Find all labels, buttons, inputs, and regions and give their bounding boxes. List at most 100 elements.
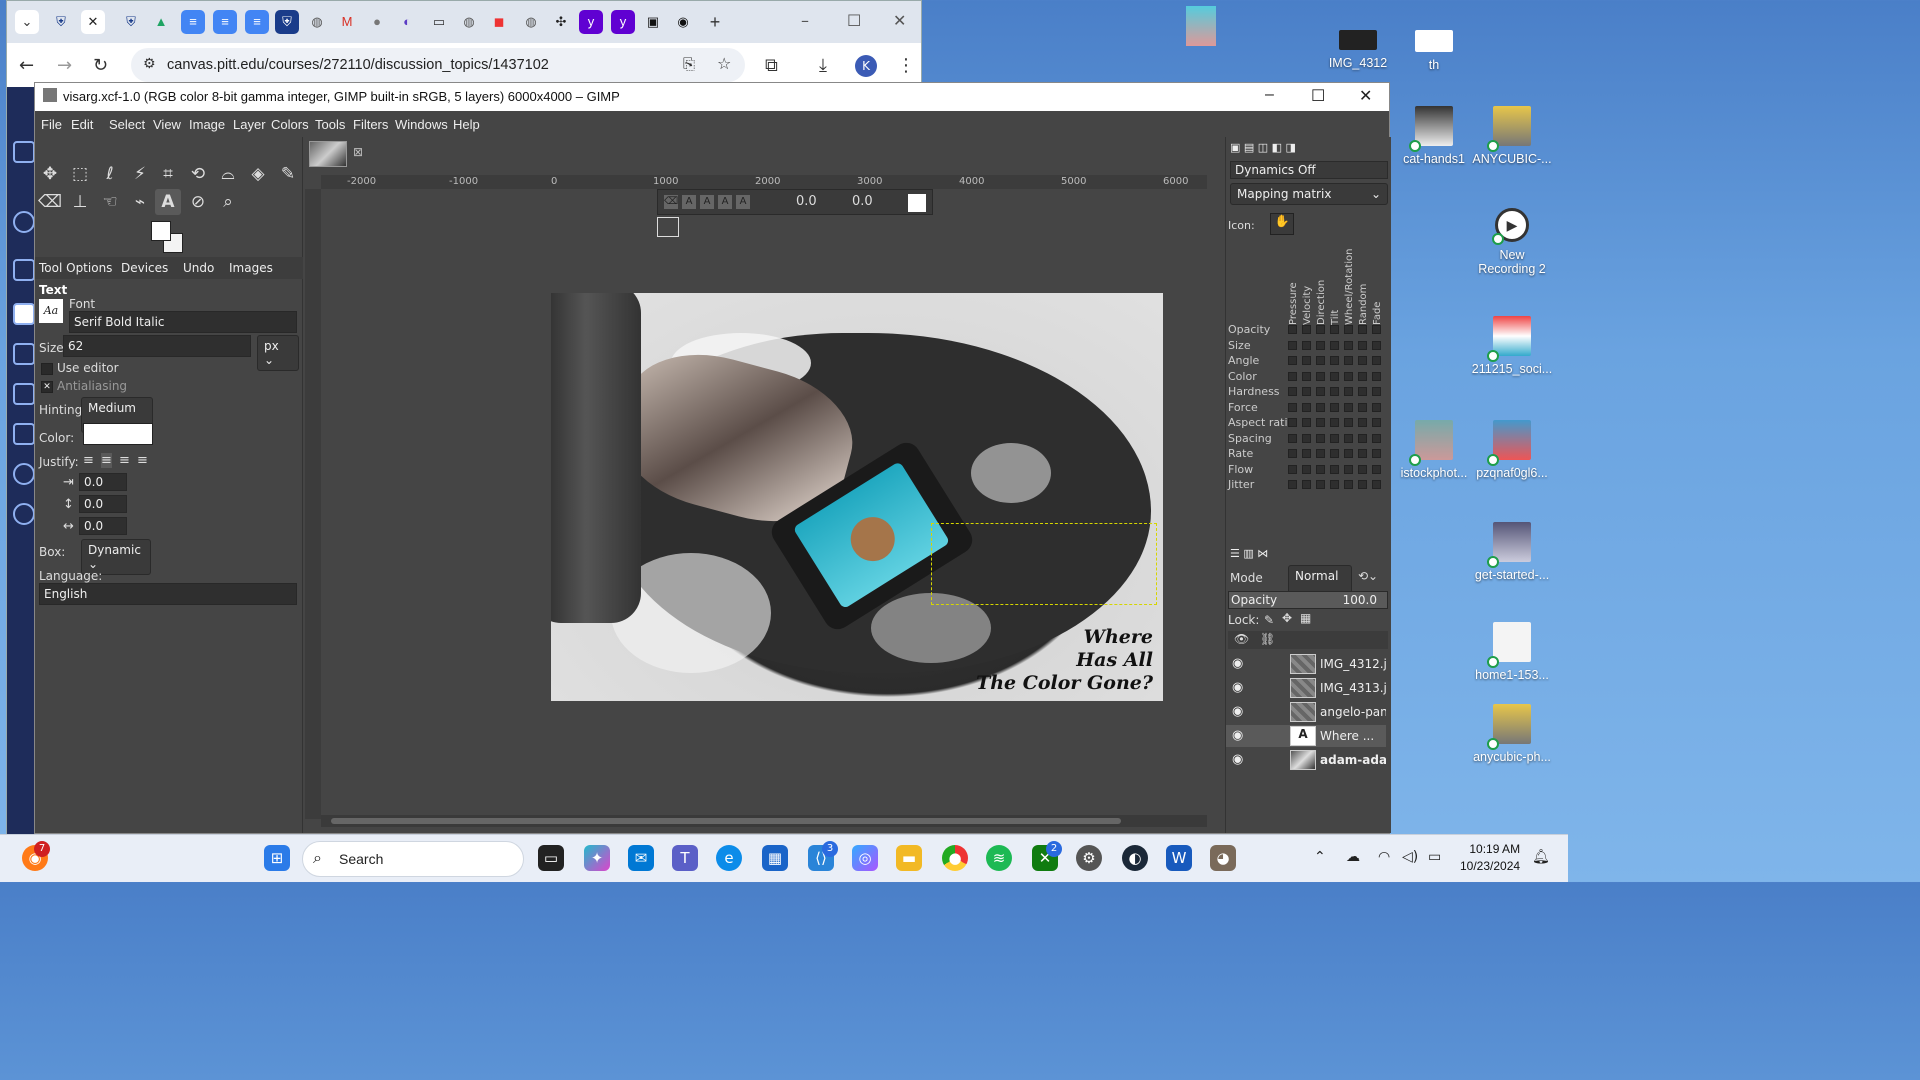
steam-icon[interactable]: ◐	[1122, 845, 1148, 871]
tab-docs-icon[interactable]: ≡	[181, 10, 205, 34]
lock-pixels-icon[interactable]: ✎	[1264, 613, 1274, 627]
matrix-cell-checkbox[interactable]	[1316, 325, 1325, 334]
strikethrough-icon[interactable]: A	[736, 195, 750, 209]
matrix-cell-checkbox[interactable]	[1330, 387, 1339, 396]
install-app-icon[interactable]: ⎘	[683, 55, 695, 73]
matrix-cell-checkbox[interactable]	[1358, 480, 1367, 489]
maximize-icon[interactable]: ☐	[1311, 86, 1325, 106]
mail-icon[interactable]: ✉	[628, 845, 654, 871]
matrix-cell-checkbox[interactable]	[1316, 402, 1325, 412]
settings-icon[interactable]: ⚙	[1076, 845, 1102, 871]
menu-help[interactable]: Help	[453, 117, 480, 132]
tab-drive-icon[interactable]: ▲	[149, 10, 173, 34]
matrix-cell-checkbox[interactable]	[1372, 340, 1381, 350]
layer-row[interactable]: ◉ adam-adam	[1226, 749, 1386, 771]
loop-icon[interactable]: ◎	[852, 845, 878, 871]
fuzzy-select-icon[interactable]: ⚡	[127, 161, 153, 187]
matrix-cell-checkbox[interactable]	[1344, 418, 1353, 427]
desktop-icon-cat-hands1[interactable]: cat-hands1	[1392, 106, 1476, 166]
matrix-cell-checkbox[interactable]	[1344, 449, 1353, 458]
size-input[interactable]: 62	[63, 335, 251, 357]
mapping-matrix-select[interactable]: Mapping matrix ⌄	[1230, 183, 1388, 205]
tab-images[interactable]: Images	[229, 261, 273, 275]
zoom-icon[interactable]: ⌕	[215, 189, 241, 215]
matrix-cell-checkbox[interactable]	[1302, 325, 1311, 334]
matrix-cell-checkbox[interactable]	[1372, 464, 1381, 474]
task-view-icon[interactable]: ▭	[538, 845, 564, 871]
tab-close-icon[interactable]: ✕	[81, 10, 105, 34]
matrix-cell-checkbox[interactable]	[1330, 325, 1339, 334]
store-icon[interactable]: ▦	[762, 845, 788, 871]
matrix-cell-checkbox[interactable]	[1316, 480, 1325, 489]
menu-windows[interactable]: Windows	[395, 117, 448, 132]
matrix-cell-checkbox[interactable]	[1330, 356, 1339, 365]
eye-icon[interactable]: ◉	[1232, 728, 1243, 743]
foreground-color-swatch[interactable]	[151, 221, 171, 241]
lasso-icon[interactable]: ℓ	[97, 161, 123, 187]
matrix-cell-checkbox[interactable]	[1316, 464, 1325, 474]
text-color-swatch[interactable]	[83, 423, 153, 445]
desktop-icon-img4312[interactable]: IMG_4312	[1316, 30, 1400, 70]
matrix-cell-checkbox[interactable]	[1358, 464, 1367, 474]
matrix-cell-checkbox[interactable]	[1302, 418, 1311, 427]
desktop-icon-211215[interactable]: 211215_soci...	[1470, 316, 1554, 376]
notification-bell-icon[interactable]: 🔔︎	[1532, 849, 1550, 865]
bookmark-star-icon[interactable]: ☆	[717, 54, 731, 73]
history-icon[interactable]	[13, 463, 35, 485]
close-window-icon[interactable]: ✕	[893, 11, 906, 30]
matrix-cell-checkbox[interactable]	[1358, 387, 1367, 396]
courses-icon[interactable]	[13, 303, 35, 325]
desktop-icon-istockphoto[interactable]: istockphot...	[1392, 420, 1476, 480]
matrix-cell-checkbox[interactable]	[1316, 418, 1325, 427]
horizontal-scrollbar[interactable]	[321, 815, 1207, 827]
letter-spacing-input[interactable]: 0.0	[79, 517, 127, 535]
extensions-icon[interactable]: ⧉	[765, 55, 778, 76]
bucket-fill-icon[interactable]: ◈	[245, 161, 271, 187]
menu-edit[interactable]: Edit	[71, 117, 93, 132]
size-unit-select[interactable]: px ⌄	[257, 335, 299, 371]
matrix-cell-checkbox[interactable]	[1288, 433, 1297, 443]
clone-icon[interactable]: ⊥	[67, 189, 93, 215]
tab-globe3-icon[interactable]: ◍	[519, 10, 543, 34]
font-input[interactable]: Serif Bold Italic	[69, 311, 297, 333]
text-tool-icon[interactable]: A	[155, 189, 181, 215]
warp-icon[interactable]: ⌓	[215, 161, 241, 187]
minimize-icon[interactable]: –	[1265, 86, 1274, 104]
layer-row[interactable]: ◉ A Where ...	[1226, 725, 1386, 747]
crop-icon[interactable]: ⌗	[155, 161, 181, 187]
matrix-cell-checkbox[interactable]	[1302, 387, 1311, 396]
menu-image[interactable]: Image	[189, 117, 225, 132]
menu-kebab-icon[interactable]: ⋮	[897, 55, 915, 76]
matrix-cell-checkbox[interactable]	[1344, 464, 1353, 474]
matrix-cell-checkbox[interactable]	[1372, 402, 1381, 412]
dashboard-icon[interactable]	[13, 259, 35, 281]
site-info-icon[interactable]: ⚙	[143, 56, 156, 72]
close-image-icon[interactable]: ⊠	[353, 145, 363, 159]
search-box[interactable]: ⌕ Search	[302, 841, 524, 877]
matrix-cell-checkbox[interactable]	[1344, 402, 1353, 412]
reset-mode-icon[interactable]: ⟲⌄	[1358, 569, 1378, 583]
justify-center-icon[interactable]: ≡	[119, 453, 130, 468]
transform-icon[interactable]: ⟲	[185, 161, 211, 187]
tab-devices[interactable]: Devices	[121, 261, 168, 275]
tab-circles-icon[interactable]: ◐	[395, 10, 419, 34]
desktop-thumbnail[interactable]	[1186, 6, 1216, 46]
line-spacing-input[interactable]: 0.0	[79, 495, 127, 513]
menu-tools[interactable]: Tools	[315, 117, 345, 132]
matrix-cell-checkbox[interactable]	[1316, 449, 1325, 458]
paintbrush-icon[interactable]: ✎	[275, 161, 301, 187]
tab-github-icon[interactable]: ◉	[671, 10, 695, 34]
matrix-cell-checkbox[interactable]	[1302, 449, 1311, 458]
matrix-cell-checkbox[interactable]	[1302, 371, 1311, 381]
desktop-icon-th[interactable]: th	[1392, 30, 1476, 72]
layer-row[interactable]: ◉ angelo-panta	[1226, 701, 1386, 723]
paths-icon[interactable]: ⌁	[127, 189, 153, 215]
word-icon[interactable]: W	[1166, 845, 1192, 871]
matrix-cell-checkbox[interactable]	[1358, 325, 1367, 334]
menu-filters[interactable]: Filters	[353, 117, 388, 132]
text-box-selection[interactable]	[931, 523, 1157, 605]
reload-icon[interactable]: ↻	[93, 55, 108, 76]
matrix-cell-checkbox[interactable]	[1344, 356, 1353, 365]
justify-left-icon[interactable]: ≡	[83, 453, 94, 468]
tab-undo[interactable]: Undo	[183, 261, 214, 275]
